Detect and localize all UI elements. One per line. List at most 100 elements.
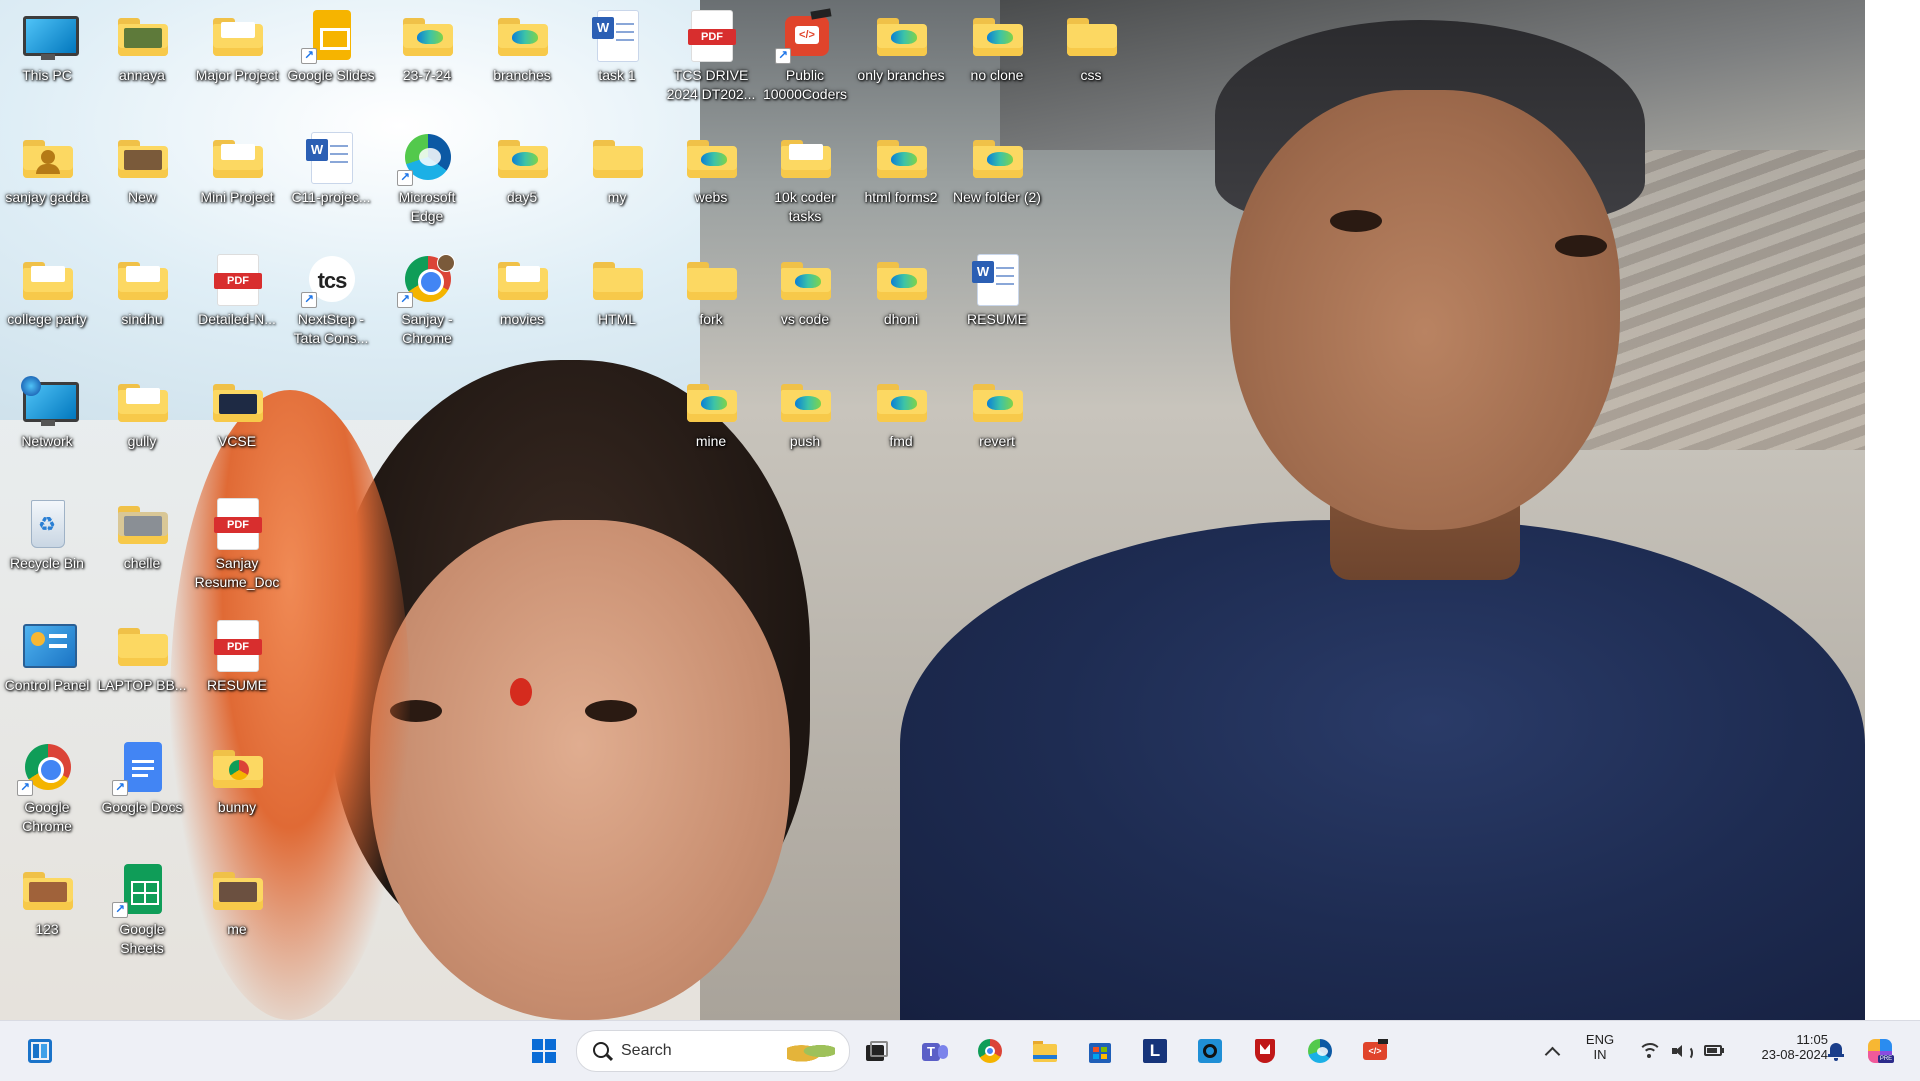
desktop-icon-movies[interactable]: movies (475, 244, 569, 329)
desktop-icon-23-7-24[interactable]: 23-7-24 (380, 0, 474, 85)
taskbar-search-box[interactable]: Search (576, 1030, 850, 1072)
user-folder-icon (19, 132, 75, 184)
icon-label: dhoni (883, 311, 919, 327)
icon-label: 23-7-24 (402, 67, 452, 83)
icon-label: task 1 (598, 67, 636, 83)
coder-app-icon: </> ↗ (775, 8, 833, 64)
desktop-icon-this-pc[interactable]: This PC (0, 0, 94, 85)
folder-edge-icon (777, 254, 833, 306)
notifications-button[interactable] (1816, 1031, 1856, 1071)
start-button[interactable] (524, 1031, 564, 1071)
desktop-icon-gully[interactable]: gully (95, 366, 189, 451)
teams-button[interactable]: T (914, 1031, 954, 1071)
icon-label: Control Panel (4, 677, 90, 693)
desktop-icon-vcse[interactable]: VCSE (190, 366, 284, 451)
desktop-icon-vs-code[interactable]: vs code (758, 244, 852, 329)
desktop-icon-nextstep-tcs[interactable]: tcs ↗ NextStep - Tata Cons... (284, 244, 378, 348)
desktop-icon-fmd[interactable]: fmd (854, 366, 948, 451)
desktop-icon-my[interactable]: my (570, 122, 664, 207)
desktop-icon-html-forms2[interactable]: html forms2 (854, 122, 948, 207)
folder-icon (209, 10, 265, 62)
desktop-icon-revert[interactable]: revert (950, 366, 1044, 451)
desktop-icon-new[interactable]: New (95, 122, 189, 207)
desktop-icon-google-sheets[interactable]: ↗ Google Sheets (95, 854, 189, 958)
icon-label: Google Chrome (22, 799, 72, 834)
word-document-icon: W (589, 10, 645, 62)
desktop-icon-laptop-bb[interactable]: LAPTOP BB... (95, 610, 189, 695)
desktop-icon-sanjay-gadda[interactable]: sanjay gadda (0, 122, 94, 207)
desktop-icon-google-chrome[interactable]: ↗ Google Chrome (0, 732, 94, 836)
desktop-icon-microsoft-edge[interactable]: ↗ Microsoft Edge (380, 122, 474, 226)
desktop-icon-webs[interactable]: webs (664, 122, 758, 207)
icon-label: NextStep - Tata Cons... (293, 311, 369, 346)
icon-label: only branches (857, 67, 945, 83)
task-view-button[interactable] (856, 1031, 896, 1071)
task-view-icon (864, 1039, 888, 1063)
folder-icon (777, 132, 833, 184)
desktop-icon-day5[interactable]: day5 (475, 122, 569, 207)
desktop-icon-mini-project[interactable]: Mini Project (190, 122, 284, 207)
desktop-icon-push[interactable]: push (758, 366, 852, 451)
clock-time: 11:05 (1796, 1032, 1828, 1047)
clock-button[interactable]: 11:05 23-08-2024 (1732, 1032, 1829, 1062)
desktop-icon-only-branches[interactable]: only branches (854, 0, 948, 85)
cortana-button[interactable] (1190, 1031, 1230, 1071)
desktop-icon-me[interactable]: me (190, 854, 284, 939)
desktop-icon-bunny[interactable]: bunny (190, 732, 284, 817)
desktop-icon-10k-coder-tasks[interactable]: 10k coder tasks (758, 122, 852, 226)
google-slides-icon: ↗ (301, 10, 359, 64)
desktop-icon-sanjay-chrome[interactable]: ↗ Sanjay - Chrome (380, 244, 474, 348)
desktop-icon-google-docs[interactable]: ↗ Google Docs (95, 732, 189, 817)
desktop-icon-chelle[interactable]: chelle (95, 488, 189, 573)
mcafee-button[interactable] (1245, 1031, 1285, 1071)
desktop-icon-sanjay-resume-doc[interactable]: PDF Sanjay Resume_Doc (190, 488, 284, 592)
pdf-icon: PDF (209, 254, 265, 306)
bell-icon (1824, 1039, 1848, 1063)
desktop-icon-html[interactable]: HTML (570, 244, 664, 329)
folder-chrome-icon (209, 742, 265, 794)
desktop-icon-new-folder-2[interactable]: New folder (2) (950, 122, 1044, 207)
desktop-icon-college-party[interactable]: college party (0, 244, 94, 329)
desktop-icon-recycle-bin[interactable]: ♻ Recycle Bin (0, 488, 94, 573)
word-document-icon: W (303, 132, 359, 184)
desktop-icon-annaya[interactable]: annaya (95, 0, 189, 85)
file-explorer-button[interactable] (1025, 1031, 1065, 1071)
desktop-icon-sindhu[interactable]: sindhu (95, 244, 189, 329)
desktop-icon-resume-word[interactable]: W RESUME (950, 244, 1044, 329)
desktop-icon-fork[interactable]: fork (664, 244, 758, 329)
chrome-taskbar-button[interactable] (970, 1031, 1010, 1071)
input-language-indicator[interactable]: ENG IN (1576, 1032, 1624, 1062)
desktop-icon-major-project[interactable]: Major Project (190, 0, 284, 85)
desktop-icon-control-panel[interactable]: Control Panel (0, 610, 94, 695)
desktop-icon-c11-project[interactable]: W C11-projec... (284, 122, 378, 207)
desktop-icon-network[interactable]: Network (0, 366, 94, 451)
desktop-icon-dhoni[interactable]: dhoni (854, 244, 948, 329)
desktop-icon-no-clone[interactable]: no clone (950, 0, 1044, 85)
icon-label: revert (979, 433, 1015, 449)
desktop-icon-css[interactable]: css (1044, 0, 1138, 85)
l-app-button[interactable]: L (1135, 1031, 1175, 1071)
desktop-icon-task-1[interactable]: W task 1 (570, 0, 664, 85)
quick-settings-button[interactable] (1630, 1031, 1738, 1071)
edge-icon: ↗ (397, 132, 455, 186)
folder-edge-icon (777, 376, 833, 428)
desktop-icon-detailed-n[interactable]: PDF Detailed-N... (190, 244, 284, 329)
dev-tool-button[interactable]: </> (1355, 1031, 1395, 1071)
desktop-icon-public-10000coders[interactable]: </> ↗ Public 10000Coders (758, 0, 852, 104)
shortcut-arrow-icon: ↗ (17, 780, 33, 796)
desktop-icon-tcs-drive[interactable]: PDF TCS DRIVE 2024 DT202... (664, 0, 758, 104)
folder-icon (209, 864, 265, 916)
folder-edge-icon (873, 254, 929, 306)
desktop-icon-branches[interactable]: branches (475, 0, 569, 85)
widgets-button[interactable] (20, 1031, 60, 1071)
show-hidden-icons-button[interactable] (1532, 1031, 1572, 1071)
edge-taskbar-button[interactable] (1300, 1031, 1340, 1071)
copilot-button[interactable]: PRE (1860, 1031, 1900, 1071)
desktop-icon-123[interactable]: 123 (0, 854, 94, 939)
folder-icon (114, 620, 170, 672)
microsoft-store-button[interactable] (1080, 1031, 1120, 1071)
desktop-icon-google-slides[interactable]: ↗ Google Slides (284, 0, 378, 85)
desktop-icon-resume-pdf[interactable]: PDF RESUME (190, 610, 284, 695)
desktop-icon-mine[interactable]: mine (664, 366, 758, 451)
control-panel-icon (19, 620, 77, 672)
